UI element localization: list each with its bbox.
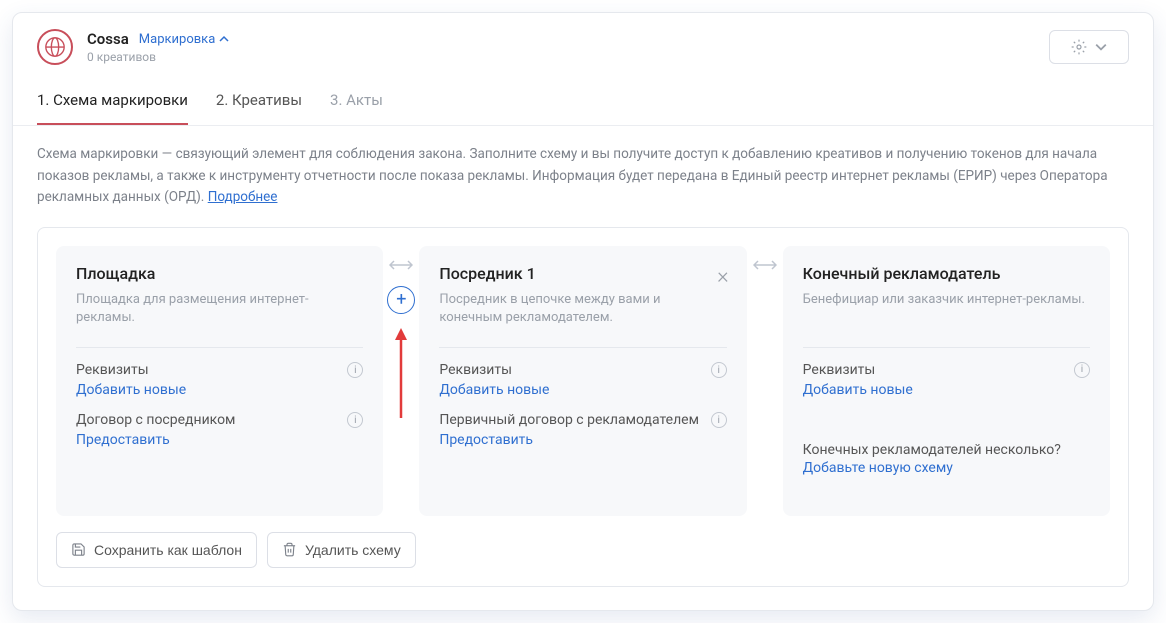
intermediary-contract-label: Первичный договор с рекламодателем xyxy=(439,412,699,428)
intermediary-title: Посредник 1 xyxy=(439,264,726,283)
advertiser-req-label: Реквизиты xyxy=(803,362,876,378)
info-icon[interactable]: i xyxy=(347,362,363,378)
trash-icon xyxy=(282,542,297,557)
intermediary-req-label: Реквизиты xyxy=(439,362,512,378)
platform-contract-label: Договор с посредником xyxy=(76,412,235,428)
save-icon xyxy=(71,542,86,557)
creatives-count: 0 креативов xyxy=(87,50,229,64)
arrows-lr-icon xyxy=(753,258,777,272)
tab-scheme[interactable]: 1. Схема маркировки xyxy=(37,91,188,125)
intermediary-card: × Посредник 1 Посредник в цепочке между … xyxy=(419,246,746,516)
advertiser-title: Конечный рекламодатель xyxy=(803,264,1090,283)
platform-add-req[interactable]: Добавить новые xyxy=(76,382,186,398)
arrows-lr-icon xyxy=(389,258,413,272)
advertiser-add-req[interactable]: Добавить новые xyxy=(803,382,913,398)
platform-provide-contract[interactable]: Предоставить xyxy=(76,432,170,448)
brand-logo xyxy=(37,29,73,65)
more-link[interactable]: Подробнее xyxy=(208,189,278,205)
tab-acts[interactable]: 3. Акты xyxy=(330,91,383,125)
multi-advertiser-question: Конечных рекламодателей несколько? xyxy=(803,442,1090,458)
intermediary-desc: Посредник в цепочке между вами и конечны… xyxy=(439,291,726,327)
marker-label: Маркировка xyxy=(139,32,216,47)
intro-body: Схема маркировки — связующий элемент для… xyxy=(37,146,1108,205)
callout-arrow-icon xyxy=(394,328,408,418)
chevron-down-icon xyxy=(1095,41,1107,53)
page-title: Cossa xyxy=(87,30,129,48)
info-icon[interactable]: i xyxy=(1074,362,1090,378)
advertiser-card: Конечный рекламодатель Бенефициар или за… xyxy=(783,246,1110,516)
info-icon[interactable]: i xyxy=(711,412,727,428)
platform-desc: Площадка для размещения интернет-рекламы… xyxy=(76,291,363,327)
info-icon[interactable]: i xyxy=(711,362,727,378)
close-icon[interactable]: × xyxy=(717,264,729,289)
intermediary-add-req[interactable]: Добавить новые xyxy=(439,382,549,398)
gear-icon xyxy=(1071,39,1087,55)
advertiser-desc: Бенефициар или заказчик интернет-рекламы… xyxy=(803,291,1090,327)
delete-scheme-button[interactable]: Удалить схему xyxy=(267,532,416,568)
platform-card: Площадка Площадка для размещения интерне… xyxy=(56,246,383,516)
save-template-button[interactable]: Сохранить как шаблон xyxy=(56,532,257,568)
intermediary-provide-contract[interactable]: Предоставить xyxy=(439,432,533,448)
platform-title: Площадка xyxy=(76,264,363,283)
platform-req-label: Реквизиты xyxy=(76,362,149,378)
add-scheme-link[interactable]: Добавьте новую схему xyxy=(803,460,953,476)
info-icon[interactable]: i xyxy=(347,412,363,428)
settings-button[interactable] xyxy=(1049,30,1129,64)
delete-scheme-label: Удалить схему xyxy=(305,542,401,558)
chevron-up-icon xyxy=(219,34,229,44)
add-intermediary-button[interactable]: + xyxy=(387,286,415,314)
marker-dropdown[interactable]: Маркировка xyxy=(139,32,230,47)
save-template-label: Сохранить как шаблон xyxy=(94,542,242,558)
tab-creatives[interactable]: 2. Креативы xyxy=(216,91,302,125)
intro-text: Схема маркировки — связующий элемент для… xyxy=(13,126,1153,223)
